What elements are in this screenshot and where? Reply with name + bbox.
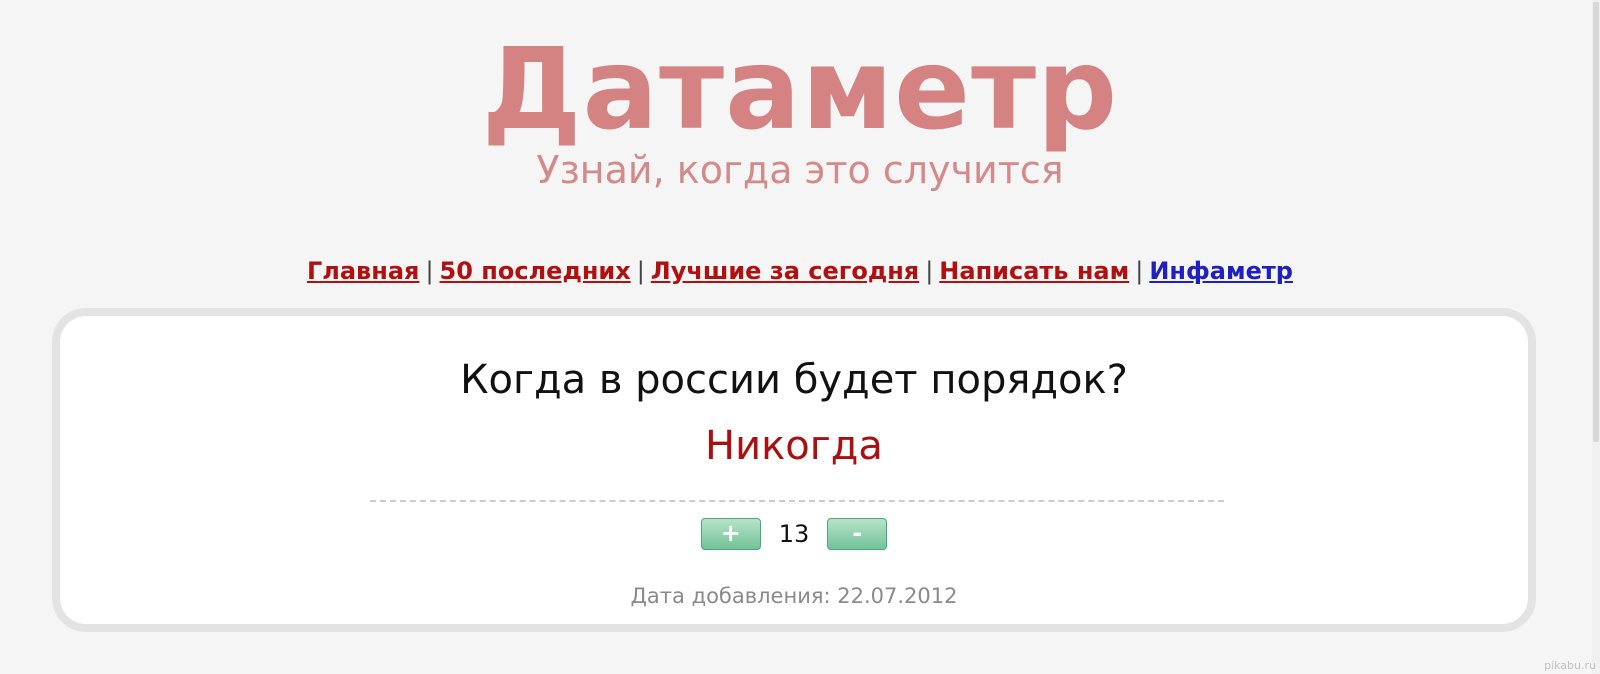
main-nav: Главная | 50 последних | Лучшие за сегодня | Н… [0,255,1600,287]
nav-separator: | [1135,257,1144,285]
vote-controls: +13- [60,517,1528,551]
vote-plus-button[interactable]: + [700,518,761,550]
nav-separator: | [425,257,434,285]
prediction-card: Когда в россии будет порядок? Никогда +1… [52,308,1536,632]
scrollbar-thumb[interactable] [1593,2,1599,442]
question-text: Когда в россии будет порядок? [460,357,1128,403]
watermark: pikabu.ru [1544,659,1596,672]
nav-link-last-50[interactable]: 50 последних [440,257,631,285]
site-logo[interactable]: Датаметр Узнай, когда это случится [0,30,1600,192]
page: Датаметр Узнай, когда это случится Главн… [0,0,1600,674]
dashed-divider [370,500,1224,502]
nav-link-home[interactable]: Главная [307,257,419,285]
vote-minus-button[interactable]: - [827,518,888,550]
nav-link-best-today[interactable]: Лучшие за сегодня [651,257,919,285]
answer-text: Никогда [705,423,883,469]
vote-count: 13 [778,520,810,548]
logo-tagline: Узнай, когда это случится [536,148,1064,192]
nav-separator: | [925,257,934,285]
nav-separator: | [636,257,645,285]
vertical-scrollbar[interactable] [1592,0,1600,674]
date-added: Дата добавления: 22.07.2012 [630,584,958,608]
logo-title: Датаметр [481,25,1119,155]
nav-link-infametr[interactable]: Инфаметр [1149,257,1293,285]
nav-link-contact[interactable]: Написать нам [939,257,1129,285]
